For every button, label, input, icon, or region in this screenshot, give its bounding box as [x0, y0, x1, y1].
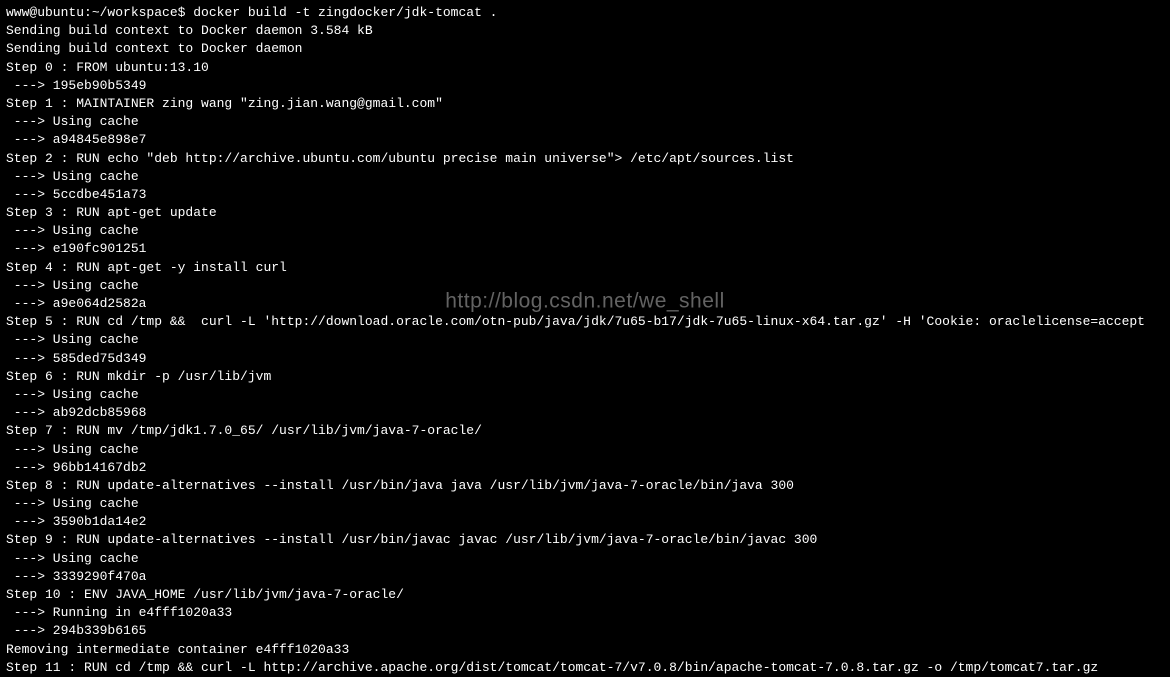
output-line: Step 4 : RUN apt-get -y install curl: [6, 259, 1164, 277]
output-line: Step 11 : RUN cd /tmp && curl -L http://…: [6, 659, 1164, 677]
output-line: Step 3 : RUN apt-get update: [6, 204, 1164, 222]
output-line: ---> e190fc901251: [6, 240, 1164, 258]
output-line: ---> Using cache: [6, 495, 1164, 513]
output-line: ---> a9e064d2582a: [6, 295, 1164, 313]
prompt-path: :~/workspace$: [84, 5, 185, 20]
output-line: Sending build context to Docker daemon 3…: [6, 22, 1164, 40]
output-line: Step 5 : RUN cd /tmp && curl -L 'http://…: [6, 313, 1164, 331]
prompt-userhost: www@ubuntu: [6, 5, 84, 20]
output-line: Step 1 : MAINTAINER zing wang "zing.jian…: [6, 95, 1164, 113]
output-line: Step 7 : RUN mv /tmp/jdk1.7.0_65/ /usr/l…: [6, 422, 1164, 440]
output-line: ---> Using cache: [6, 441, 1164, 459]
output-line: ---> 585ded75d349: [6, 350, 1164, 368]
output-line: Step 8 : RUN update-alternatives --insta…: [6, 477, 1164, 495]
command-text: docker build -t zingdocker/jdk-tomcat .: [185, 5, 497, 20]
output-line: ---> Running in e4fff1020a33: [6, 604, 1164, 622]
output-line: ---> Using cache: [6, 168, 1164, 186]
output-line: Step 0 : FROM ubuntu:13.10: [6, 59, 1164, 77]
output-line: ---> Using cache: [6, 222, 1164, 240]
terminal-output: www@ubuntu:~/workspace$ docker build -t …: [6, 4, 1164, 677]
output-line: ---> 3590b1da14e2: [6, 513, 1164, 531]
output-line: ---> 5ccdbe451a73: [6, 186, 1164, 204]
output-line: ---> 96bb14167db2: [6, 459, 1164, 477]
output-line: ---> Using cache: [6, 277, 1164, 295]
output-line: Step 10 : ENV JAVA_HOME /usr/lib/jvm/jav…: [6, 586, 1164, 604]
output-line: ---> 3339290f470a: [6, 568, 1164, 586]
output-line: ---> Using cache: [6, 331, 1164, 349]
output-line: Step 9 : RUN update-alternatives --insta…: [6, 531, 1164, 549]
output-line: ---> 294b339b6165: [6, 622, 1164, 640]
output-line: ---> Using cache: [6, 550, 1164, 568]
output-line: Sending build context to Docker daemon: [6, 40, 1164, 58]
output-line: Removing intermediate container e4fff102…: [6, 641, 1164, 659]
output-line: ---> ab92dcb85968: [6, 404, 1164, 422]
output-line: ---> 195eb90b5349: [6, 77, 1164, 95]
output-line: ---> Using cache: [6, 113, 1164, 131]
output-line: Step 6 : RUN mkdir -p /usr/lib/jvm: [6, 368, 1164, 386]
output-line: ---> Using cache: [6, 386, 1164, 404]
prompt-line[interactable]: www@ubuntu:~/workspace$ docker build -t …: [6, 4, 1164, 22]
output-line: Step 2 : RUN echo "deb http://archive.ub…: [6, 150, 1164, 168]
output-line: ---> a94845e898e7: [6, 131, 1164, 149]
